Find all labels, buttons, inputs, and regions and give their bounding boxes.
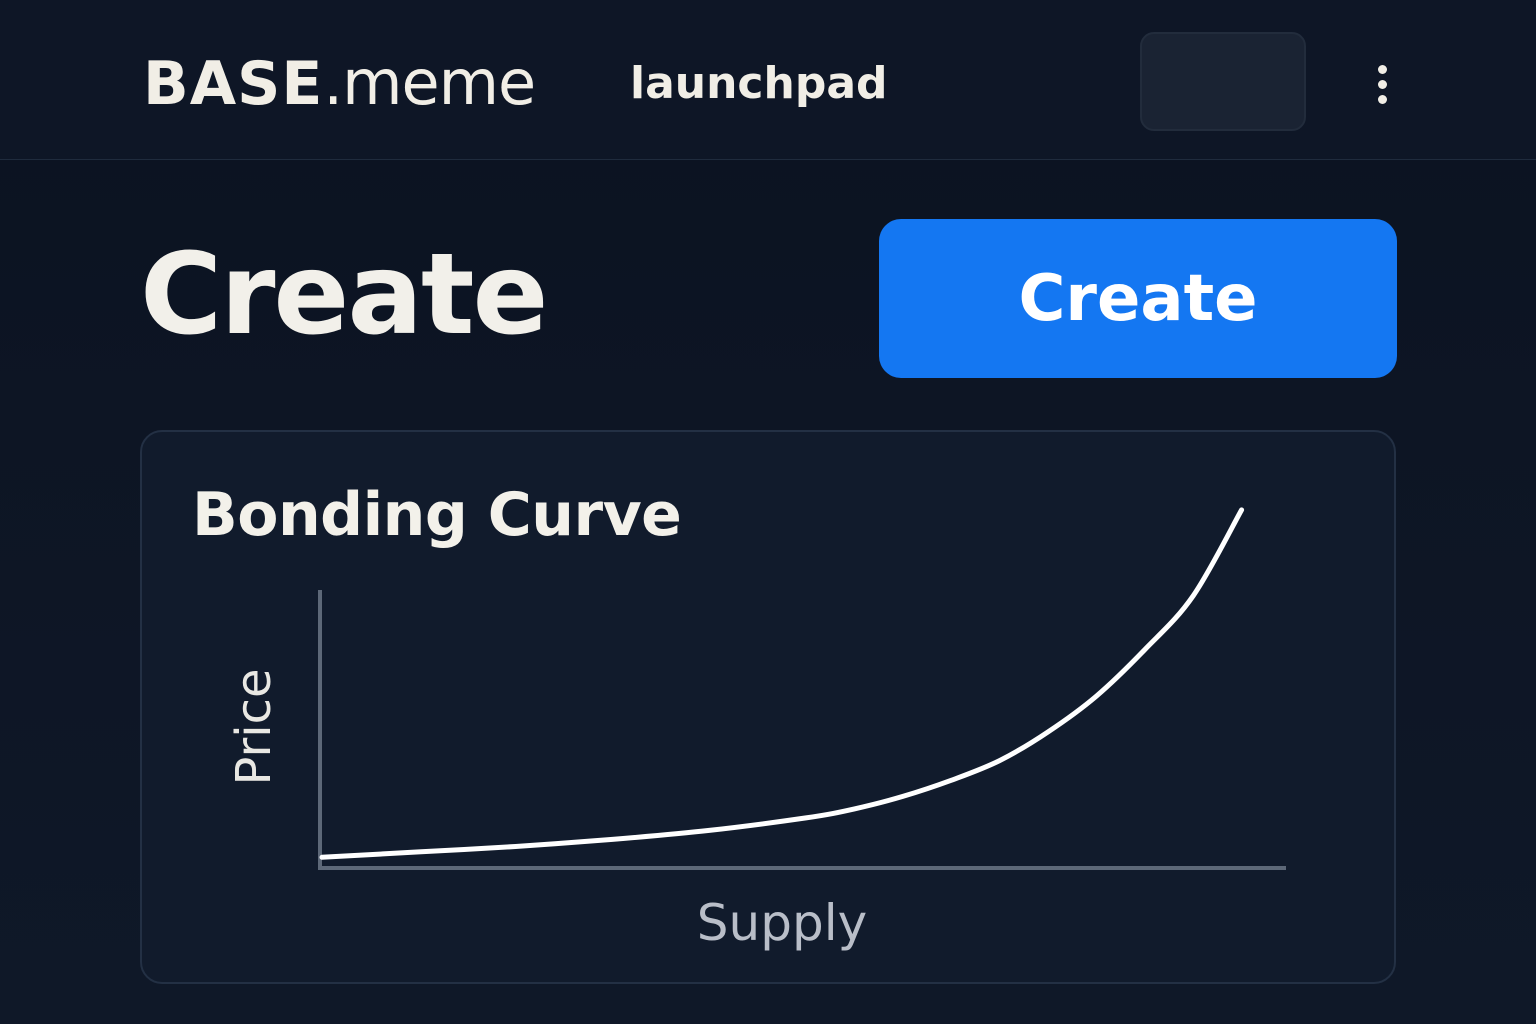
brand-name-suffix: .meme xyxy=(323,46,536,119)
menu-dot xyxy=(1377,79,1387,89)
brand-logo[interactable]: BASE .meme xyxy=(143,46,536,119)
series-line xyxy=(319,507,1245,860)
menu-dot xyxy=(1377,64,1387,74)
top-navigation-bar: BASE .meme launchpad xyxy=(0,0,1536,160)
brand-name-strong: BASE xyxy=(143,49,324,119)
wallet-button-placeholder[interactable] xyxy=(1140,32,1306,131)
x-axis-label: Supply xyxy=(697,894,867,952)
y-axis-label: Price xyxy=(226,668,282,785)
more-vertical-icon[interactable] xyxy=(1364,62,1400,106)
page-title: Create xyxy=(140,230,548,360)
create-button[interactable]: Create xyxy=(879,219,1397,378)
bonding-curve-chart: Price Supply xyxy=(226,507,1286,952)
menu-dot xyxy=(1377,94,1387,104)
bonding-curve-card: Bonding Curve Price Supply xyxy=(140,430,1396,984)
brand-subtitle: launchpad xyxy=(630,58,888,109)
